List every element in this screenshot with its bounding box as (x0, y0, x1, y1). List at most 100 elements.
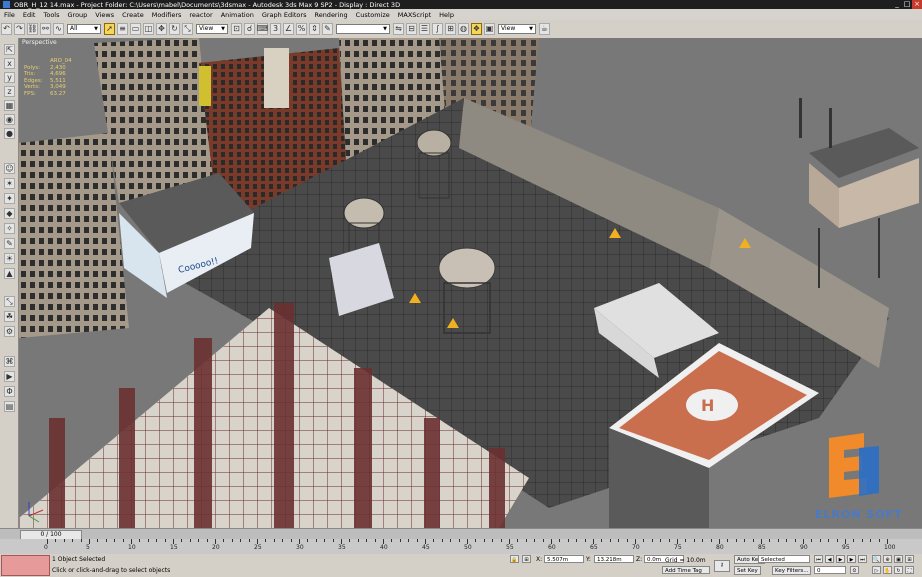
maximize-viewport-icon[interactable]: ⛶ (905, 566, 914, 574)
menu-tools[interactable]: Tools (39, 11, 63, 19)
pan-icon[interactable]: ✋ (883, 566, 892, 574)
select-scale-icon[interactable]: ⤡ (182, 23, 193, 35)
unlink-icon[interactable]: ⚯ (40, 23, 51, 35)
absolute-mode-icon[interactable]: ⊞ (522, 555, 531, 563)
menu-maxscript[interactable]: MAXScript (394, 11, 435, 19)
color-icon[interactable]: ● (4, 128, 15, 139)
select-manipulate-icon[interactable]: ☌ (244, 23, 255, 35)
scale-icon[interactable]: ⤡ (4, 296, 15, 307)
menu-animation[interactable]: Animation (217, 11, 258, 19)
set-key-button[interactable]: Set Key (734, 566, 761, 575)
edit-named-selection-icon[interactable]: ✎ (322, 23, 333, 35)
link-icon[interactable]: ⛓ (27, 23, 38, 35)
zoom-extents-all-icon[interactable]: ⊞ (905, 555, 914, 563)
select-object-icon[interactable]: ➚ (104, 23, 115, 35)
menu-group[interactable]: Group (64, 11, 92, 19)
render-view-dropdown[interactable]: View ▼ (498, 24, 536, 34)
named-selection-dropdown[interactable]: ▼ (336, 24, 390, 34)
close-button[interactable]: × (912, 0, 922, 9)
minimize-button[interactable]: _ (892, 0, 902, 9)
mirror-icon[interactable]: ⇋ (393, 23, 404, 35)
character-icon[interactable]: ☺ (4, 163, 15, 174)
play-icon[interactable]: ▶ (836, 555, 845, 563)
menu-modifiers[interactable]: Modifiers (148, 11, 186, 19)
lock-selection-icon[interactable]: 🔒 (510, 555, 519, 563)
maxscript-listener-mini[interactable] (1, 555, 50, 576)
select-move-icon[interactable]: ✥ (156, 23, 167, 35)
y-coordinate-field[interactable]: 13.218m (594, 555, 634, 563)
bones-icon[interactable]: ✦ (4, 193, 15, 204)
keyboard-shortcut-icon[interactable]: ⌨ (257, 23, 268, 35)
orbit-icon[interactable]: ↻ (894, 566, 903, 574)
z-axis-icon[interactable]: z (4, 86, 15, 97)
select-rotate-icon[interactable]: ↻ (169, 23, 180, 35)
redo-icon[interactable]: ↷ (14, 23, 25, 35)
zoom-extents-icon[interactable]: ▣ (894, 555, 903, 563)
preview-icon[interactable]: ▶ (4, 371, 15, 382)
menu-reactor[interactable]: reactor (185, 11, 216, 19)
add-time-tag-button[interactable]: Add Time Tag (662, 566, 710, 574)
go-to-start-icon[interactable]: ⏮ (814, 555, 823, 563)
helper-icon[interactable]: ◆ (4, 208, 15, 219)
x-axis-icon[interactable]: x (4, 58, 15, 69)
menu-views[interactable]: Views (91, 11, 118, 19)
y-axis-icon[interactable]: y (4, 72, 15, 83)
reference-coordinate-dropdown[interactable]: View ▼ (196, 24, 228, 34)
rigid-body-icon[interactable]: ▤ (4, 401, 15, 412)
quick-render-icon[interactable]: ☕ (539, 23, 550, 35)
align-icon[interactable]: ⊟ (406, 23, 417, 35)
paint-icon[interactable]: ✎ (4, 238, 15, 249)
rectangular-selection-icon[interactable]: ▭ (130, 23, 141, 35)
physx-icon[interactable]: Φ (4, 386, 15, 397)
field-of-view-icon[interactable]: ▷ (872, 566, 881, 574)
next-frame-icon[interactable]: ▶ (847, 555, 856, 563)
plugin-icon[interactable]: ⌘ (4, 356, 15, 367)
modifier-icon[interactable]: ⚙ (4, 326, 15, 337)
axis-constraint-icon[interactable]: ⇱ (4, 44, 15, 55)
skin-icon[interactable]: ☘ (4, 311, 15, 322)
material-editor-icon[interactable]: ◍ (458, 23, 469, 35)
bind-spacewarp-icon[interactable]: ∿ (53, 23, 64, 35)
key-filters-button[interactable]: Key Filters... (772, 566, 812, 575)
schematic-view-icon[interactable]: ⊞ (445, 23, 456, 35)
biped-icon[interactable]: ✶ (4, 178, 15, 189)
select-by-name-icon[interactable]: ≡ (117, 23, 128, 35)
zoom-icon[interactable]: 🔍 (872, 555, 881, 563)
render-icon[interactable]: ▲ (4, 268, 15, 279)
render-setup-icon[interactable]: ❖ (471, 23, 482, 35)
percent-snap-icon[interactable]: % (296, 23, 307, 35)
render-frame-icon[interactable]: ▣ (484, 23, 495, 35)
angle-snap-icon[interactable]: ∠ (283, 23, 294, 35)
material-icon[interactable]: ◉ (4, 114, 15, 125)
curve-editor-icon[interactable]: ∫ (432, 23, 443, 35)
previous-frame-icon[interactable]: ◀ (825, 555, 834, 563)
menu-customize[interactable]: Customize (352, 11, 394, 19)
snap-toggle-icon[interactable]: 3 (270, 23, 281, 35)
particle-icon[interactable]: ✧ (4, 223, 15, 234)
window-crossing-icon[interactable]: ◫ (143, 23, 154, 35)
time-config-icon[interactable]: ⏲ (850, 566, 859, 574)
layer-manager-icon[interactable]: ☰ (419, 23, 430, 35)
zoom-all-icon[interactable]: ⊕ (883, 555, 892, 563)
pivot-center-icon[interactable]: ⊡ (231, 23, 242, 35)
track-bar[interactable]: 0 5 10 15 20 25 30 35 40 45 50 55 60 65 70 75 80 85 90 95 10… (0, 539, 922, 555)
menu-graph-editors[interactable]: Graph Editors (258, 11, 311, 19)
go-to-end-icon[interactable]: ⏭ (858, 555, 867, 563)
undo-icon[interactable]: ↶ (1, 23, 12, 35)
x-coordinate-field[interactable]: 5.507m (544, 555, 584, 563)
menu-file[interactable]: File (0, 11, 19, 19)
menu-rendering[interactable]: Rendering (310, 11, 351, 19)
key-mode-dropdown[interactable]: Selected (758, 555, 810, 563)
menu-create[interactable]: Create (118, 11, 148, 19)
menu-help[interactable]: Help (435, 11, 458, 19)
set-key-icon[interactable]: ⚷ (714, 560, 730, 572)
light-icon[interactable]: ☀ (4, 253, 15, 264)
selection-filter-dropdown[interactable]: All ▼ (67, 24, 101, 34)
viewport-label[interactable]: Perspective (22, 39, 57, 46)
maximize-button[interactable]: □ (902, 0, 912, 9)
current-frame-field[interactable]: 0 (814, 566, 846, 574)
xy-plane-icon[interactable]: ▦ (4, 100, 15, 111)
menu-edit[interactable]: Edit (19, 11, 40, 19)
perspective-viewport[interactable]: Cooooo!! H ELRON SOFT Perspective ARO_04… (19, 38, 922, 528)
spinner-snap-icon[interactable]: ⇕ (309, 23, 320, 35)
